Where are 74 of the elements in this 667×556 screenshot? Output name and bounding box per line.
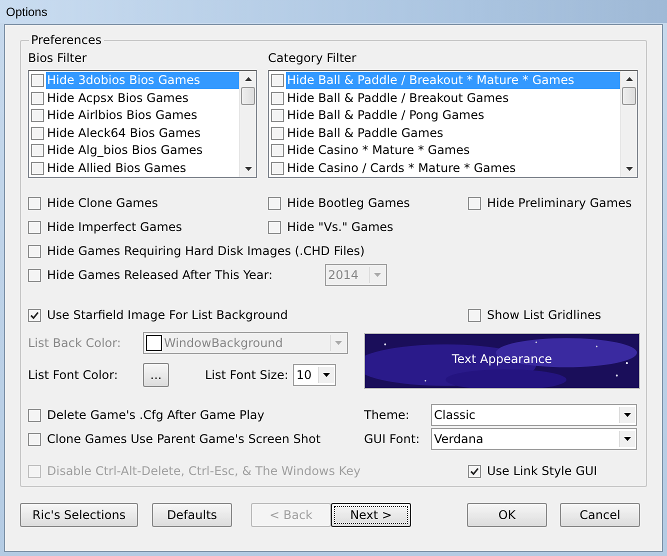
checkbox[interactable] bbox=[271, 144, 284, 158]
category-list[interactable] bbox=[268, 70, 638, 178]
color-picker-button[interactable]: ... bbox=[143, 363, 169, 387]
scroll-down-icon[interactable] bbox=[244, 167, 252, 171]
list-item[interactable]: Hide Allied Bios Games bbox=[46, 160, 239, 177]
scroll-thumb[interactable] bbox=[622, 87, 636, 105]
dialog-button[interactable]: Ric's Selections bbox=[20, 503, 138, 527]
checkbox[interactable] bbox=[28, 244, 41, 258]
checkbox-label[interactable]: Hide "Vs." Games bbox=[287, 220, 394, 234]
field-label: Theme: bbox=[364, 408, 410, 422]
checkbox[interactable] bbox=[271, 126, 284, 140]
checkbox-label[interactable]: Use Link Style GUI bbox=[487, 464, 598, 478]
scrollbar[interactable] bbox=[239, 71, 256, 177]
checkbox-label[interactable]: Delete Game's .Cfg After Game Play bbox=[47, 408, 264, 422]
field-label: List Back Color: bbox=[28, 336, 122, 350]
preview-text: Text Appearance bbox=[450, 352, 554, 366]
list-item[interactable]: Hide Ball & Paddle Games bbox=[286, 124, 620, 142]
checkbox-label[interactable]: Hide Bootleg Games bbox=[287, 196, 410, 210]
scroll-up-icon[interactable] bbox=[626, 77, 632, 81]
checkbox[interactable] bbox=[271, 74, 284, 88]
checkbox[interactable] bbox=[28, 220, 41, 234]
checkbox[interactable] bbox=[31, 126, 44, 140]
theme-dropdown[interactable]: Classic bbox=[431, 404, 637, 426]
dialog-button[interactable]: Next > bbox=[331, 503, 411, 527]
checkbox[interactable] bbox=[31, 162, 44, 175]
checkbox-label[interactable]: Hide Games Requiring Hard Disk Images (.CHD Files) bbox=[47, 244, 365, 258]
checkbox[interactable] bbox=[468, 464, 481, 478]
checkbox[interactable] bbox=[28, 196, 41, 210]
checkbox[interactable] bbox=[271, 92, 284, 105]
checkbox[interactable] bbox=[28, 408, 41, 422]
list-item[interactable]: Hide Ball & Paddle / Pong Games bbox=[286, 107, 620, 124]
scroll-down-icon[interactable] bbox=[626, 167, 632, 171]
scrollbar[interactable] bbox=[620, 71, 637, 177]
checkbox[interactable] bbox=[271, 109, 284, 122]
font-dropdown[interactable]: Verdana bbox=[431, 428, 637, 450]
checkbox[interactable] bbox=[31, 109, 44, 122]
dialog-button[interactable]: OK bbox=[467, 503, 547, 527]
checkbox-label[interactable]: Hide Clone Games bbox=[47, 196, 158, 210]
list-label: Bios Filter bbox=[28, 51, 88, 66]
font-size-dropdown[interactable]: 10 bbox=[293, 364, 336, 386]
list-item[interactable]: Hide Acpsx Bios Games bbox=[46, 90, 239, 107]
list-item[interactable]: Hide Casino / Cards * Mature * Games bbox=[286, 160, 620, 177]
checkbox[interactable] bbox=[31, 74, 44, 88]
list-item[interactable]: Hide Ball & Paddle / Breakout Games bbox=[286, 90, 620, 107]
group-title: Preferences bbox=[30, 33, 103, 47]
checkbox[interactable] bbox=[271, 162, 284, 175]
list-label: Category Filter bbox=[268, 51, 358, 66]
checkbox[interactable] bbox=[268, 220, 281, 234]
bios-list[interactable]: Hide 3dobios Bios Games Hide Acpsx Bios Games Hide Airlbios Bios Games Hide Aleck64 Bios Games Hide Alg_bios Bios Games Hide Allied Bios Games bbox=[28, 70, 257, 178]
checkbox-label[interactable]: Hide Imperfect Games bbox=[47, 220, 182, 234]
list-item[interactable]: Hide Aleck64 Bios Games bbox=[46, 124, 239, 142]
window-title: Options bbox=[6, 4, 48, 18]
checkbox-label[interactable]: Clone Games Use Parent Game's Screen Shot bbox=[47, 432, 321, 446]
field-label: List Font Size: bbox=[205, 368, 288, 382]
checkbox-label[interactable]: Show List Gridlines bbox=[487, 308, 602, 322]
field-label: List Font Color: bbox=[28, 368, 119, 382]
checkbox[interactable] bbox=[31, 92, 44, 105]
checkbox-label[interactable]: Hide Preliminary Games bbox=[487, 196, 632, 210]
checkbox-label[interactable]: Use Starfield Image For List Background bbox=[47, 308, 288, 322]
color-swatch-icon bbox=[146, 335, 162, 351]
checkbox[interactable] bbox=[468, 308, 481, 322]
checkbox[interactable] bbox=[28, 308, 41, 322]
scroll-thumb[interactable] bbox=[241, 87, 255, 105]
list-item[interactable]: Hide Alg_bios Bios Games bbox=[46, 142, 239, 160]
dialog-button[interactable]: Cancel bbox=[560, 503, 640, 527]
checkbox[interactable] bbox=[468, 196, 481, 210]
dialog-button[interactable]: Defaults bbox=[152, 503, 232, 527]
checkbox[interactable] bbox=[28, 432, 41, 446]
list-item[interactable]: Hide Airlbios Bios Games bbox=[46, 107, 239, 124]
checkbox[interactable] bbox=[268, 196, 281, 210]
list-item[interactable]: Hide Casino * Mature * Games bbox=[286, 142, 620, 160]
checkbox[interactable] bbox=[31, 144, 44, 158]
field-label: GUI Font: bbox=[364, 432, 421, 446]
scroll-up-icon[interactable] bbox=[244, 77, 252, 81]
